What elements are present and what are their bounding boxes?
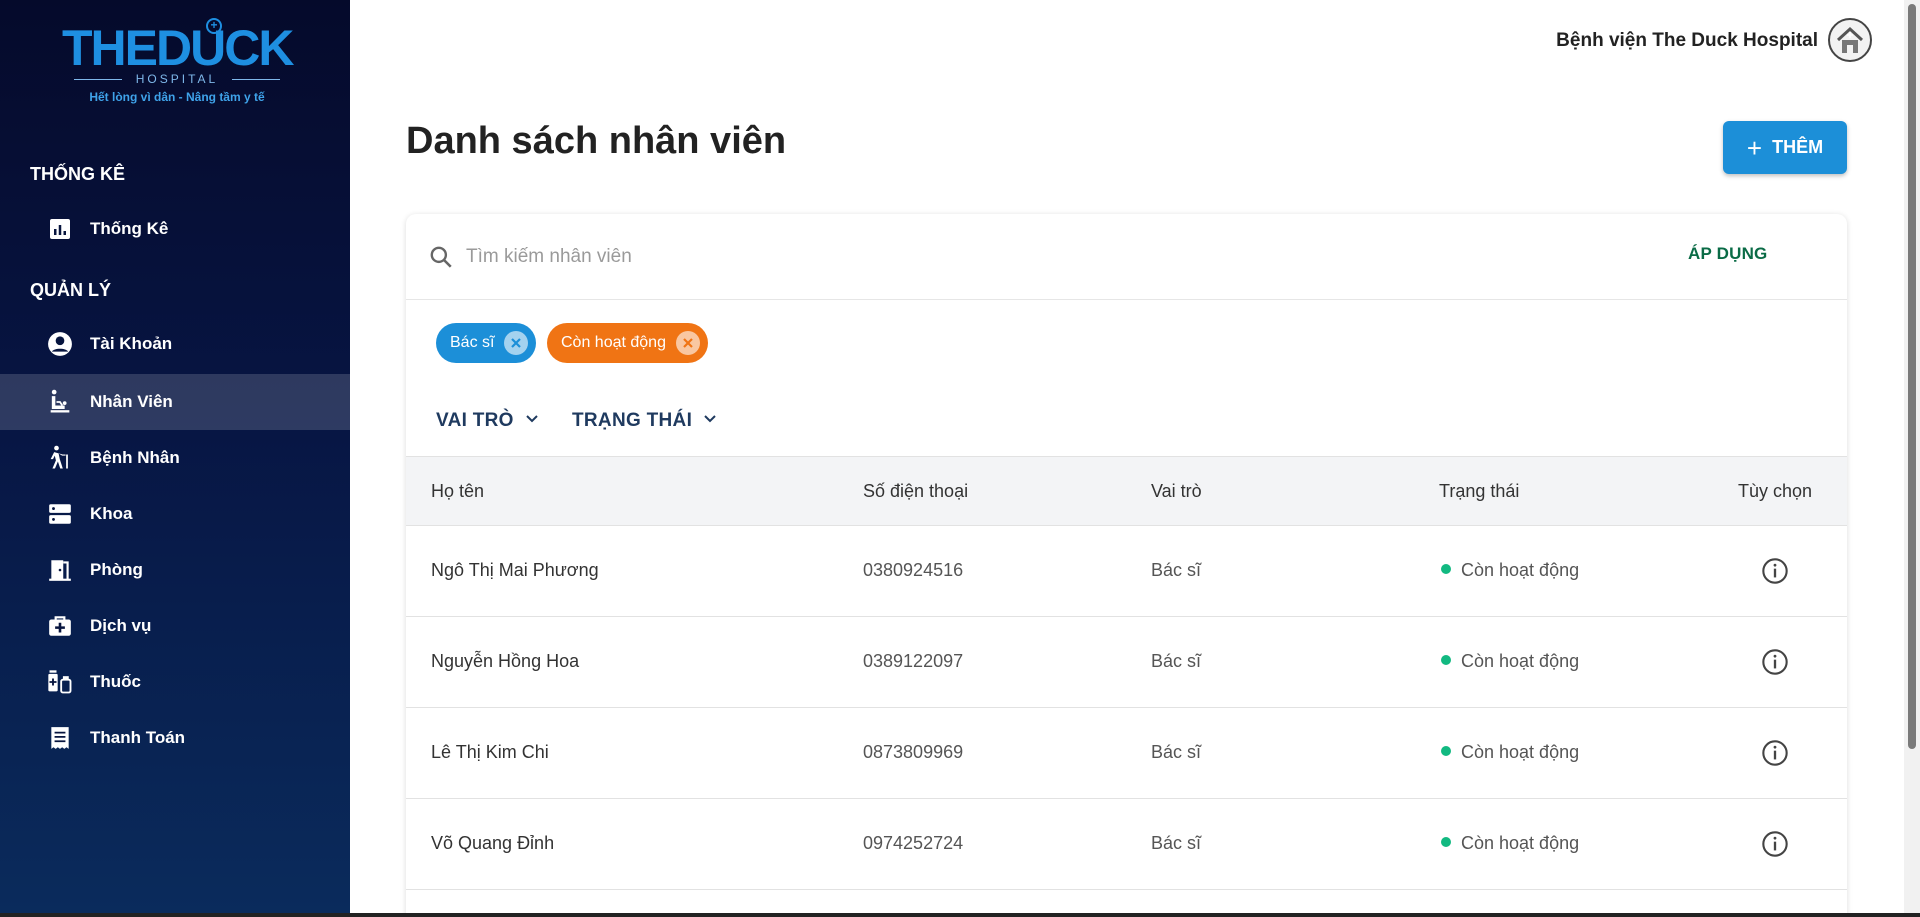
column-header-status[interactable]: Trạng thái bbox=[1439, 481, 1519, 502]
hospital-logo[interactable]: THEDUCK + HOSPITAL Hết lòng vì dân - Nân… bbox=[62, 18, 294, 104]
staff-role: Bác sĩ bbox=[1151, 560, 1202, 580]
staff-status: Còn hoạt động bbox=[1441, 742, 1579, 763]
table-row[interactable]: Võ Quang Đỉnh 0974252724 Bác sĩ Còn hoạt… bbox=[406, 799, 1847, 890]
page-title: Danh sách nhân viên bbox=[406, 120, 787, 162]
chevron-down-icon bbox=[702, 410, 718, 432]
room-icon bbox=[46, 556, 74, 584]
staff-name: Lê Thị Kim Chi bbox=[431, 742, 549, 762]
sidebar-item-label: Bệnh Nhân bbox=[90, 448, 180, 467]
filter-chip-role: Bác sĩ bbox=[436, 323, 537, 363]
chip-label: Còn hoạt động bbox=[561, 334, 666, 351]
bottom-edge bbox=[0, 913, 1920, 917]
section-title-statistics: THỐNG KÊ bbox=[30, 164, 126, 184]
column-header-name[interactable]: Họ tên bbox=[431, 481, 484, 502]
sidebar-item-medicine[interactable]: Thuốc bbox=[0, 654, 350, 710]
search-bar: ÁP DỤNG bbox=[406, 214, 1847, 300]
sidebar-item-payment[interactable]: Thanh Toán bbox=[0, 710, 350, 766]
plus-icon: + bbox=[1746, 132, 1763, 163]
sidebar-item-label: Nhân Viên bbox=[90, 392, 173, 411]
staff-status: Còn hoạt động bbox=[1441, 833, 1579, 854]
status-dot-icon bbox=[1441, 564, 1451, 575]
staff-role: Bác sĩ bbox=[1151, 742, 1202, 762]
chip-label: Bác sĩ bbox=[450, 334, 495, 351]
staff-phone: 0389122097 bbox=[863, 651, 964, 671]
sidebar: THEDUCK + HOSPITAL Hết lòng vì dân - Nân… bbox=[0, 0, 350, 913]
info-icon[interactable] bbox=[1761, 739, 1789, 767]
column-header-options: Tùy chọn bbox=[1738, 481, 1813, 501]
close-icon[interactable] bbox=[504, 331, 529, 355]
sidebar-item-patients[interactable]: Bệnh Nhân bbox=[0, 430, 350, 486]
add-button-label: THÊM bbox=[1772, 137, 1824, 157]
hospital-avatar-icon[interactable] bbox=[1828, 18, 1872, 62]
info-icon[interactable] bbox=[1761, 830, 1789, 858]
sidebar-item-staff[interactable]: Nhân Viên bbox=[0, 374, 350, 430]
add-staff-button[interactable]: + THÊM bbox=[1723, 121, 1847, 174]
page-scrollbar[interactable] bbox=[1904, 0, 1920, 913]
status-dot-icon bbox=[1441, 655, 1451, 666]
patient-icon bbox=[46, 444, 74, 472]
info-icon[interactable] bbox=[1761, 648, 1789, 676]
apply-button[interactable]: ÁP DỤNG bbox=[1688, 244, 1768, 264]
sidebar-item-label: Khoa bbox=[90, 504, 133, 523]
chevron-down-icon bbox=[524, 410, 540, 432]
sidebar-item-statistics[interactable]: Thống Kê bbox=[0, 201, 350, 257]
service-icon bbox=[46, 612, 74, 640]
sidebar-item-label: Dịch vụ bbox=[90, 616, 152, 635]
staff-name: Võ Quang Đỉnh bbox=[431, 833, 555, 853]
sidebar-item-rooms[interactable]: Phòng bbox=[0, 542, 350, 598]
staff-status: Còn hoạt động bbox=[1441, 560, 1579, 581]
column-header-role[interactable]: Vai trò bbox=[1151, 481, 1202, 502]
sidebar-item-label: Thống Kê bbox=[90, 219, 169, 238]
sidebar-item-label: Phòng bbox=[90, 560, 143, 579]
sidebar-item-label: Tài Khoản bbox=[90, 334, 173, 353]
table-row[interactable]: Lê Thị Kim Chi 0873809969 Bác sĩ Còn hoạ… bbox=[406, 708, 1847, 799]
chart-icon bbox=[46, 215, 74, 243]
logo-slogan: Hết lòng vì dân - Nâng tầm y tế bbox=[89, 90, 265, 104]
role-filter-label: VAI TRÒ bbox=[436, 410, 514, 431]
info-icon[interactable] bbox=[1761, 557, 1789, 585]
staff-phone: 0873809969 bbox=[863, 742, 964, 762]
staff-icon bbox=[46, 388, 74, 416]
column-header-phone[interactable]: Số điện thoại bbox=[863, 481, 968, 502]
logo-main-text: THEDUCK bbox=[62, 20, 294, 76]
staff-status: Còn hoạt động bbox=[1441, 651, 1579, 672]
table-header: Họ tên Số điện thoại Vai trò Trạng thái … bbox=[406, 456, 1847, 526]
status-dot-icon bbox=[1441, 837, 1451, 848]
department-icon bbox=[46, 500, 74, 528]
sidebar-item-accounts[interactable]: Tài Khoản bbox=[0, 316, 350, 372]
filter-chip-status: Còn hoạt động bbox=[547, 323, 708, 363]
medicine-icon bbox=[46, 668, 74, 696]
sidebar-item-services[interactable]: Dịch vụ bbox=[0, 598, 350, 654]
staff-phone: 0380924516 bbox=[863, 560, 964, 580]
staff-name: Ngô Thị Mai Phương bbox=[431, 560, 599, 580]
search-input[interactable] bbox=[466, 238, 1566, 276]
account-icon bbox=[46, 330, 74, 358]
staff-role: Bác sĩ bbox=[1151, 651, 1202, 671]
search-icon bbox=[428, 244, 454, 270]
table-row[interactable]: Nguyễn Hồng Hoa 0389122097 Bác sĩ Còn ho… bbox=[406, 617, 1847, 708]
scrollbar-thumb[interactable] bbox=[1908, 4, 1916, 749]
payment-icon bbox=[46, 724, 74, 752]
hospital-name: Bệnh viện The Duck Hospital bbox=[1556, 30, 1818, 51]
staff-role: Bác sĩ bbox=[1151, 833, 1202, 853]
section-title-management: QUẢN LÝ bbox=[30, 280, 111, 300]
status-dot-icon bbox=[1441, 746, 1451, 757]
staff-name: Nguyễn Hồng Hoa bbox=[431, 651, 580, 671]
table-row[interactable]: Ngô Thị Mai Phương 0380924516 Bác sĩ Còn… bbox=[406, 526, 1847, 617]
logo-plus-icon: + bbox=[206, 18, 222, 34]
logo-sub-text: HOSPITAL bbox=[62, 72, 292, 86]
staff-phone: 0974252724 bbox=[863, 833, 964, 853]
status-filter-label: TRẠNG THÁI bbox=[572, 410, 693, 431]
staff-list-card: ÁP DỤNG Bác sĩ Còn hoạt động VAI TRÒ TRẠ… bbox=[406, 214, 1847, 917]
sidebar-item-label: Thanh Toán bbox=[90, 728, 186, 747]
role-filter-dropdown[interactable]: VAI TRÒ bbox=[436, 410, 540, 432]
close-icon[interactable] bbox=[675, 331, 700, 355]
sidebar-item-departments[interactable]: Khoa bbox=[0, 486, 350, 542]
sidebar-item-label: Thuốc bbox=[90, 672, 141, 691]
status-filter-dropdown[interactable]: TRẠNG THÁI bbox=[572, 410, 718, 432]
